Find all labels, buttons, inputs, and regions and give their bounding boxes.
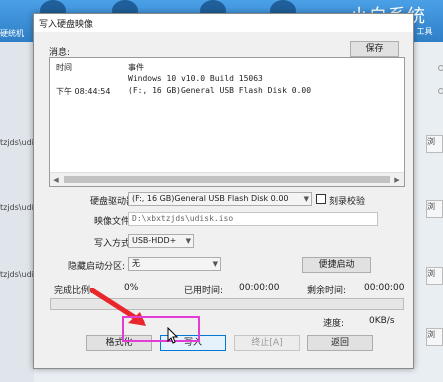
log-row-event: (F:, 16 GB)General USB Flash Disk 0.00 <box>128 86 312 95</box>
browse-button[interactable]: 浏 <box>426 267 443 285</box>
completed-label: 完成比例: <box>54 286 94 296</box>
chevron-down-icon: ▼ <box>303 195 309 203</box>
browse-button[interactable]: 浏 <box>426 328 443 346</box>
sidebar-item[interactable]: 硬统机 <box>0 28 34 42</box>
write-mode-select[interactable]: USB-HDD+ ▼ <box>128 234 194 248</box>
back-button[interactable]: 返回 <box>307 335 373 351</box>
scroll-thumb[interactable] <box>64 176 390 183</box>
quick-boot-button[interactable]: 便捷启动 <box>302 257 371 273</box>
sidebar-item[interactable]: tzjds\udi <box>0 203 34 217</box>
radio-icon[interactable] <box>438 65 443 71</box>
remaining-label: 剩余时间: <box>307 286 347 296</box>
log-row-event: Windows 10 v10.0 Build 15063 <box>128 74 263 83</box>
log-time-header: 时间 <box>56 63 72 72</box>
save-button[interactable]: 保存 <box>350 41 399 57</box>
browse-button[interactable]: 浏 <box>426 135 443 153</box>
elapsed-label: 已用时间: <box>184 286 224 296</box>
log-row-time: 下午 08:44:54 <box>56 87 111 96</box>
chevron-down-icon: ▼ <box>212 260 218 268</box>
speed-value: 0KB/s <box>369 316 395 326</box>
hidden-partition-select[interactable]: 无 ▼ <box>128 257 221 271</box>
chevron-down-icon: ▼ <box>185 237 191 245</box>
sidebar-item[interactable]: tzjds\udi <box>0 270 34 284</box>
scroll-right-icon[interactable]: ▶ <box>391 174 403 186</box>
log-event-header: 事件 <box>128 63 144 72</box>
drive-select[interactable]: (F:, 16 GB)General USB Flash Disk 0.00 ▼ <box>128 192 312 206</box>
elapsed-value: 00:00:00 <box>239 283 280 293</box>
verify-label: 刻录校验 <box>329 197 366 207</box>
dialog-title: 写入硬盘映像 <box>34 14 413 32</box>
drive-select-value: (F:, 16 GB)General USB Flash Disk 0.00 <box>132 194 289 203</box>
stop-button[interactable]: 终止[A] <box>234 335 300 351</box>
horizontal-scrollbar[interactable]: ◀ ▶ <box>50 172 404 186</box>
radio-icon[interactable] <box>438 88 443 94</box>
sidebar-item[interactable]: tzjds\udi <box>0 138 34 152</box>
remaining-value: 00:00:00 <box>364 283 405 293</box>
write-mode-value: USB-HDD+ <box>132 236 177 245</box>
hidden-partition-value: 无 <box>132 259 140 268</box>
verify-checkbox[interactable] <box>316 194 326 204</box>
hidden-partition-label: 隐藏启动分区: <box>68 262 126 272</box>
write-button-highlight <box>122 316 200 342</box>
scroll-left-icon[interactable]: ◀ <box>50 174 62 186</box>
speed-label: 速度: <box>323 319 345 329</box>
message-log[interactable]: 时间 事件 Windows 10 v10.0 Build 15063 下午 08… <box>49 57 405 187</box>
image-file-field[interactable]: D:\xbxtzjds\udisk.iso <box>128 212 378 226</box>
mouse-pointer-icon <box>167 327 179 344</box>
browse-button[interactable]: 浏 <box>426 200 443 218</box>
